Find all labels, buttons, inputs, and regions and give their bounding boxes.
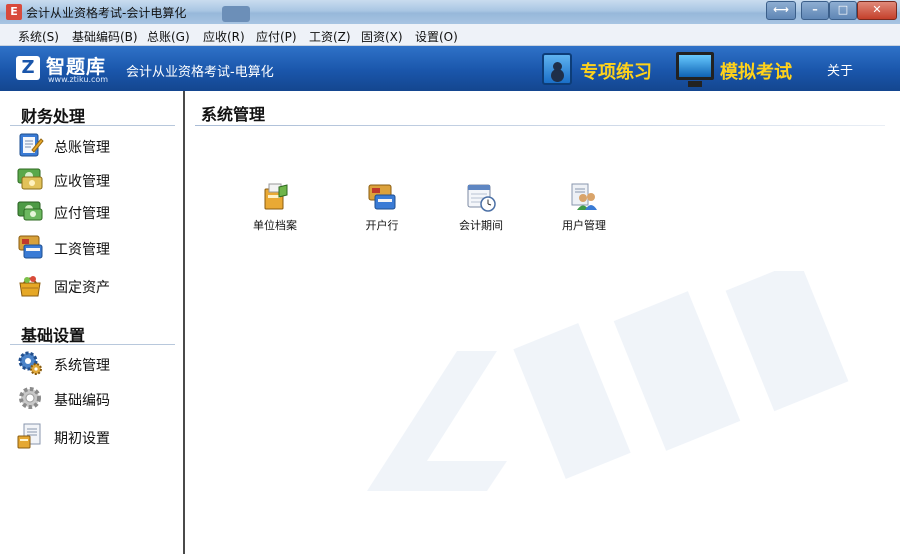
sidebar-item-label: 总账管理: [54, 140, 110, 156]
tool-label: 会计期间: [459, 219, 503, 232]
payroll-icon: [18, 235, 43, 259]
menu-general-ledger[interactable]: 总账(G): [147, 28, 190, 45]
ledger-icon: [19, 133, 44, 157]
title-bar: E 会计从业资格考试-会计电算化 ⟷ – □ ✕: [0, 0, 900, 24]
app-window: E 会计从业资格考试-会计电算化 ⟷ – □ ✕ 系统(S) 基础编码(B) 总…: [0, 0, 900, 554]
tool-label: 单位档案: [253, 219, 297, 232]
sidebar-item-label: 期初设置: [54, 431, 110, 447]
tool-label: 开户行: [365, 219, 399, 232]
practice-button[interactable]: 专项练习: [580, 58, 652, 84]
title-divider: [195, 125, 885, 126]
sidebar-item-label: 系统管理: [54, 358, 110, 374]
person-icon[interactable]: [542, 53, 572, 85]
close-button[interactable]: ✕: [857, 1, 897, 20]
window-title: 会计从业资格考试-会计电算化: [26, 6, 187, 20]
sidebar-item-general-ledger[interactable]: 总账管理: [16, 131, 176, 161]
main-panel: 系统管理 单位档案 开户行 会计期间 用户管理: [187, 91, 900, 554]
base-code-gear-icon: [19, 387, 41, 409]
monitor-icon[interactable]: [676, 52, 714, 80]
menu-base-code[interactable]: 基础编码(B): [72, 28, 138, 45]
tool-bank[interactable]: 开户行: [342, 181, 422, 241]
tool-label: 用户管理: [562, 219, 606, 232]
app-icon: E: [6, 4, 22, 20]
section-title-finance: 财务处理: [21, 107, 86, 126]
sidebar-item-label: 工资管理: [54, 242, 110, 258]
logo-url: www.ztiku.com: [48, 75, 109, 84]
users-icon: [571, 183, 597, 210]
title-bar-decoration: [222, 6, 250, 22]
menu-bar: 系统(S) 基础编码(B) 总账(G) 应收(R) 应付(P) 工资(Z) 固资…: [0, 24, 900, 46]
section-divider: [10, 125, 175, 126]
header-banner: Z 智题库 www.ztiku.com 会计从业资格考试-电算化 专项练习 模拟…: [0, 46, 900, 91]
sidebar-item-initial-setup[interactable]: 期初设置: [16, 422, 176, 452]
sidebar-item-payable[interactable]: 应付管理: [16, 197, 176, 227]
menu-receivable[interactable]: 应收(R): [203, 28, 245, 45]
fixed-asset-icon: [19, 276, 41, 297]
sidebar-item-system-management[interactable]: 系统管理: [16, 349, 176, 379]
banner-subtitle: 会计从业资格考试-电算化: [126, 65, 274, 80]
bank-card-icon: [368, 184, 396, 210]
watermark-logo: [367, 271, 849, 491]
section-title-base-settings: 基础设置: [21, 326, 86, 345]
sidebar-item-payroll[interactable]: 工资管理: [16, 233, 176, 263]
page-title: 系统管理: [201, 105, 266, 124]
sidebar-item-label: 固定资产: [54, 280, 110, 296]
system-gear-icon: [18, 351, 42, 375]
menu-fixed-assets[interactable]: 固资(X): [361, 28, 403, 45]
company-archive-icon: [264, 183, 288, 210]
restore-button[interactable]: ⟷: [766, 1, 796, 20]
monitor-stand: [688, 81, 702, 87]
sidebar-item-base-code[interactable]: 基础编码: [16, 384, 176, 414]
menu-payable[interactable]: 应付(P): [256, 28, 297, 45]
tool-user-management[interactable]: 用户管理: [544, 181, 624, 241]
sidebar-item-fixed-assets[interactable]: 固定资产: [16, 271, 176, 301]
payable-icon: [17, 201, 43, 221]
sidebar-item-label: 应付管理: [54, 206, 110, 222]
about-link[interactable]: 关于: [827, 60, 853, 79]
mock-exam-button[interactable]: 模拟考试: [720, 58, 792, 84]
calendar-clock-icon: [467, 184, 496, 212]
menu-system[interactable]: 系统(S): [18, 28, 59, 45]
sidebar-item-label: 应收管理: [54, 174, 110, 190]
tool-company-archive[interactable]: 单位档案: [235, 181, 315, 241]
sidebar-item-label: 基础编码: [54, 393, 110, 409]
tool-accounting-period[interactable]: 会计期间: [441, 181, 521, 241]
section-divider: [10, 344, 175, 345]
maximize-button[interactable]: □: [829, 1, 857, 20]
receivable-icon: [17, 168, 43, 190]
logo-mark-icon: Z: [16, 56, 40, 80]
initial-setup-icon: [17, 423, 41, 449]
sidebar: 财务处理 总账管理 应收管理 应付管理 工资管理 固定资产 基础设置 系统管理 …: [0, 91, 185, 554]
menu-settings[interactable]: 设置(O): [415, 28, 458, 45]
minimize-button[interactable]: –: [801, 1, 829, 20]
sidebar-item-receivable[interactable]: 应收管理: [16, 165, 176, 195]
menu-payroll[interactable]: 工资(Z): [309, 28, 351, 45]
